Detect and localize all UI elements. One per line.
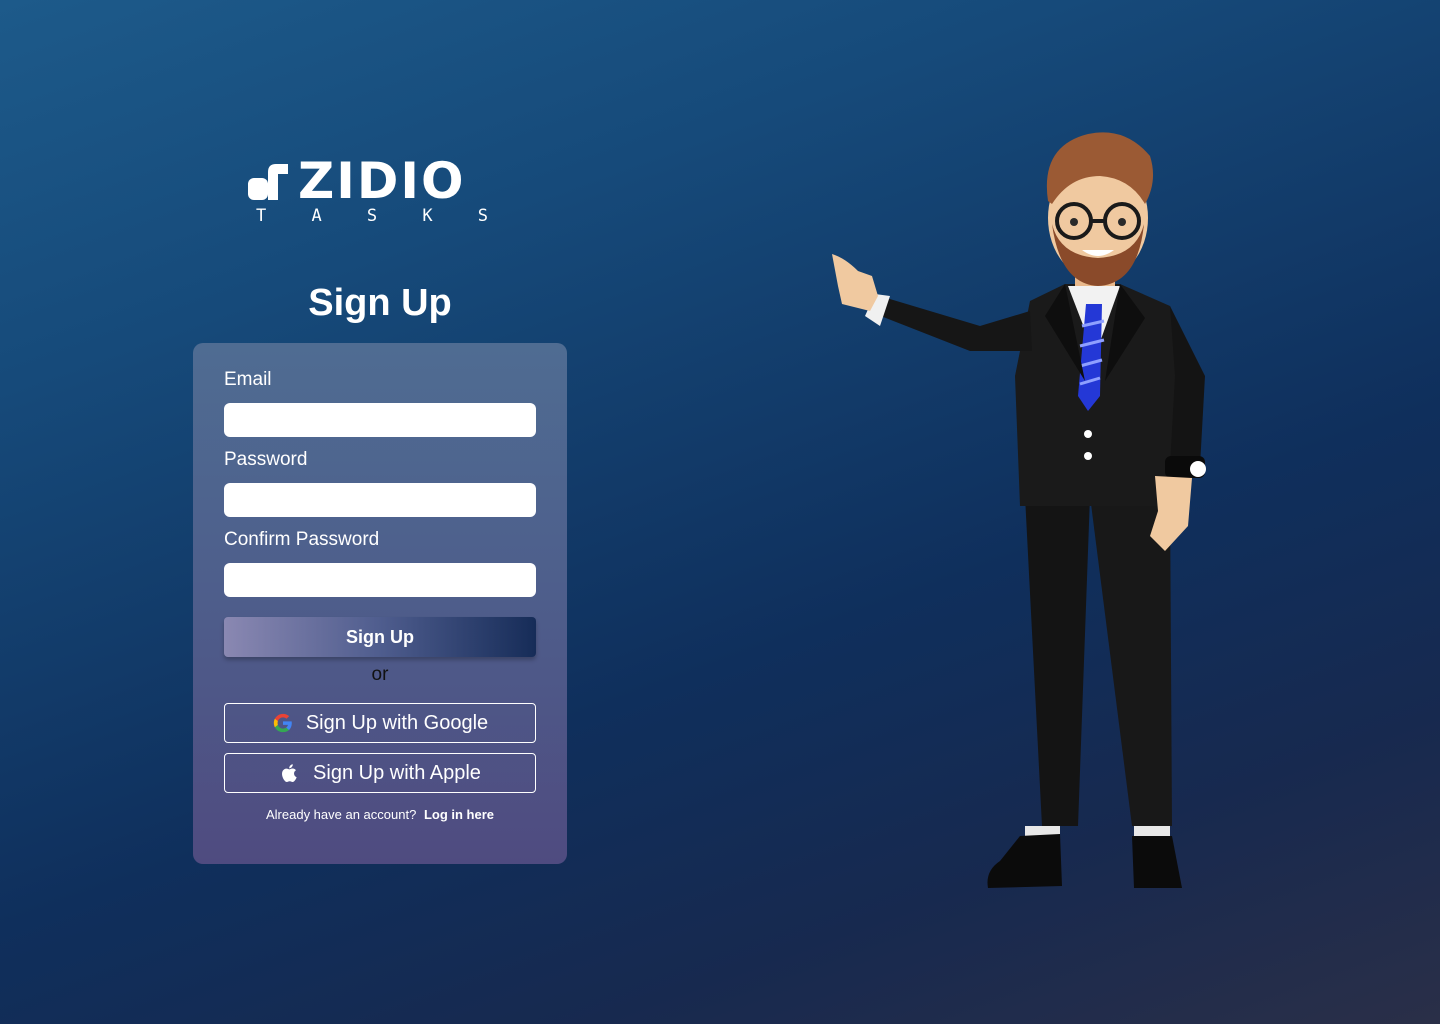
logo-wordmark: ZIDIO [298,152,466,210]
google-signup-label: Sign Up with Google [305,711,489,734]
logo-subtitle: T A S K S [256,206,488,226]
logo-mark-icon [248,164,288,200]
apple-signup-button[interactable]: Sign Up with Apple [224,753,536,793]
confirm-password-label: Confirm Password [224,529,380,550]
zidio-logo: ZIDIO T A S K S [246,156,496,230]
email-field[interactable] [224,403,536,437]
google-signup-button[interactable]: Sign Up with Google [224,703,536,743]
login-prompt-row: Already have an account? Log in here [193,807,567,822]
page-title: Sign Up [308,282,452,324]
or-divider: or [371,664,389,685]
password-label: Password [224,449,308,470]
login-link[interactable]: Log in here [424,807,494,822]
businessman-illustration [832,132,1206,888]
email-label: Email [224,369,272,390]
sign-up-button[interactable]: Sign Up [224,617,536,657]
signup-card: Email Password Confirm Password Sign Up … [193,343,567,864]
google-icon [273,713,292,733]
confirm-password-field[interactable] [224,563,536,597]
apple-signup-label: Sign Up with Apple [313,761,481,784]
login-prompt-text: Already have an account? [265,807,417,822]
password-field[interactable] [224,483,536,517]
apple-icon [282,764,297,782]
